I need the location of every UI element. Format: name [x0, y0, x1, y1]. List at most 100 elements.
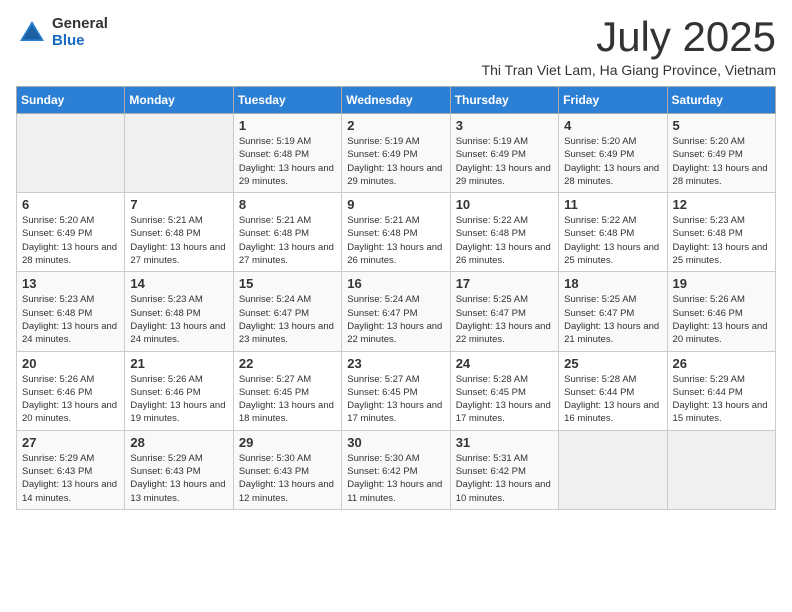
calendar-header: SundayMondayTuesdayWednesdayThursdayFrid… — [17, 87, 776, 114]
day-info: Sunrise: 5:30 AMSunset: 6:42 PMDaylight:… — [347, 452, 444, 505]
calendar-cell: 10Sunrise: 5:22 AMSunset: 6:48 PMDayligh… — [450, 193, 558, 272]
day-number: 15 — [239, 276, 336, 291]
day-number: 13 — [22, 276, 119, 291]
day-info: Sunrise: 5:19 AMSunset: 6:49 PMDaylight:… — [456, 135, 553, 188]
calendar-cell: 29 Sunrise: 5:30 AMSunset: 6:43 PMDayligh… — [233, 430, 341, 509]
day-number: 29 — [239, 435, 336, 450]
calendar-cell: 13 Sunrise: 5:23 AMSunset: 6:48 PMDayligh… — [17, 272, 125, 351]
day-number: 2 — [347, 118, 444, 133]
day-number: 14 — [130, 276, 227, 291]
day-info: Sunrise: 5:22 AMSunset: 6:48 PMDaylight:… — [564, 214, 661, 267]
day-info: Sunrise: 5:27 AMSunset: 6:45 PMDaylight:… — [347, 373, 444, 426]
calendar-cell: 20Sunrise: 5:26 AMSunset: 6:46 PMDayligh… — [17, 351, 125, 430]
calendar-cell: 24 Sunrise: 5:28 AMSunset: 6:45 PMDayligh… — [450, 351, 558, 430]
day-number: 25 — [564, 356, 661, 371]
header-day: Monday — [125, 87, 233, 114]
day-number: 19 — [673, 276, 770, 291]
day-info: Sunrise: 5:29 AMSunset: 6:44 PMDaylight:… — [673, 373, 770, 426]
calendar-week: 13 Sunrise: 5:23 AMSunset: 6:48 PMDayligh… — [17, 272, 776, 351]
day-info: Sunrise: 5:23 AMSunset: 6:48 PMDaylight:… — [130, 293, 227, 346]
calendar-cell: 23Sunrise: 5:27 AMSunset: 6:45 PMDayligh… — [342, 351, 450, 430]
calendar-cell — [17, 114, 125, 193]
day-number: 22 — [239, 356, 336, 371]
day-number: 28 — [130, 435, 227, 450]
day-number: 20 — [22, 356, 119, 371]
calendar-body: 1 Sunrise: 5:19 AMSunset: 6:48 PMDaylight… — [17, 114, 776, 510]
day-info: Sunrise: 5:31 AMSunset: 6:42 PMDaylight:… — [456, 452, 553, 505]
day-info: Sunrise: 5:20 AMSunset: 6:49 PMDaylight:… — [673, 135, 770, 188]
day-info: Sunrise: 5:23 AMSunset: 6:48 PMDaylight:… — [673, 214, 770, 267]
day-info: Sunrise: 5:21 AMSunset: 6:48 PMDaylight:… — [347, 214, 444, 267]
header-day: Thursday — [450, 87, 558, 114]
day-info: Sunrise: 5:20 AMSunset: 6:49 PMDaylight:… — [564, 135, 661, 188]
day-number: 1 — [239, 118, 336, 133]
day-number: 12 — [673, 197, 770, 212]
day-info: Sunrise: 5:30 AMSunset: 6:43 PMDaylight:… — [239, 452, 336, 505]
calendar-week: 1 Sunrise: 5:19 AMSunset: 6:48 PMDaylight… — [17, 114, 776, 193]
calendar-cell: 2 Sunrise: 5:19 AMSunset: 6:49 PMDaylight… — [342, 114, 450, 193]
calendar-cell: 22 Sunrise: 5:27 AMSunset: 6:45 PMDayligh… — [233, 351, 341, 430]
day-info: Sunrise: 5:24 AMSunset: 6:47 PMDaylight:… — [239, 293, 336, 346]
day-info: Sunrise: 5:29 AMSunset: 6:43 PMDaylight:… — [130, 452, 227, 505]
day-number: 30 — [347, 435, 444, 450]
day-number: 26 — [673, 356, 770, 371]
day-info: Sunrise: 5:25 AMSunset: 6:47 PMDaylight:… — [456, 293, 553, 346]
calendar-cell: 26 Sunrise: 5:29 AMSunset: 6:44 PMDayligh… — [667, 351, 775, 430]
calendar-cell: 1 Sunrise: 5:19 AMSunset: 6:48 PMDaylight… — [233, 114, 341, 193]
day-info: Sunrise: 5:21 AMSunset: 6:48 PMDaylight:… — [130, 214, 227, 267]
calendar-cell: 18 Sunrise: 5:25 AMSunset: 6:47 PMDayligh… — [559, 272, 667, 351]
calendar-cell: 28 Sunrise: 5:29 AMSunset: 6:43 PMDayligh… — [125, 430, 233, 509]
day-info: Sunrise: 5:19 AMSunset: 6:49 PMDaylight:… — [347, 135, 444, 188]
logo-text: General Blue — [52, 16, 108, 49]
logo-general: General — [52, 16, 108, 33]
calendar-cell: 25Sunrise: 5:28 AMSunset: 6:44 PMDayligh… — [559, 351, 667, 430]
calendar-cell — [125, 114, 233, 193]
day-number: 7 — [130, 197, 227, 212]
calendar-week: 27 Sunrise: 5:29 AMSunset: 6:43 PMDayligh… — [17, 430, 776, 509]
title-block: July 2025 Thi Tran Viet Lam, Ha Giang Pr… — [482, 16, 776, 78]
logo: General Blue — [16, 16, 108, 49]
calendar-cell: 8Sunrise: 5:21 AMSunset: 6:48 PMDaylight… — [233, 193, 341, 272]
day-number: 10 — [456, 197, 553, 212]
calendar-cell: 3 Sunrise: 5:19 AMSunset: 6:49 PMDaylight… — [450, 114, 558, 193]
calendar-week: 6Sunrise: 5:20 AMSunset: 6:49 PMDaylight… — [17, 193, 776, 272]
day-number: 24 — [456, 356, 553, 371]
calendar-cell: 27 Sunrise: 5:29 AMSunset: 6:43 PMDayligh… — [17, 430, 125, 509]
calendar-cell: 21 Sunrise: 5:26 AMSunset: 6:46 PMDayligh… — [125, 351, 233, 430]
day-number: 21 — [130, 356, 227, 371]
day-number: 5 — [673, 118, 770, 133]
day-info: Sunrise: 5:28 AMSunset: 6:45 PMDaylight:… — [456, 373, 553, 426]
header-day: Tuesday — [233, 87, 341, 114]
subtitle: Thi Tran Viet Lam, Ha Giang Province, Vi… — [482, 62, 776, 78]
day-number: 3 — [456, 118, 553, 133]
day-info: Sunrise: 5:29 AMSunset: 6:43 PMDaylight:… — [22, 452, 119, 505]
calendar-week: 20 Sunrise: 5:26 AMSunset: 6:46 PMDayligh… — [17, 351, 776, 430]
calendar-cell: 7 Sunrise: 5:21 AMSunset: 6:48 PMDaylight… — [125, 193, 233, 272]
calendar-cell: 9Sunrise: 5:21 AMSunset: 6:48 PMDaylight… — [342, 193, 450, 272]
calendar-cell: 11Sunrise: 5:22 AMSunset: 6:48 PMDayligh… — [559, 193, 667, 272]
day-info: Sunrise: 5:25 AMSunset: 6:47 PMDaylight:… — [564, 293, 661, 346]
calendar-cell: 12 Sunrise: 5:23 AMSunset: 6:48 PMDayligh… — [667, 193, 775, 272]
header-day: Saturday — [667, 87, 775, 114]
day-info: Sunrise: 5:26 AMSunset: 6:46 PMDaylight:… — [130, 373, 227, 426]
header-day: Friday — [559, 87, 667, 114]
logo-blue: Blue — [52, 33, 108, 50]
day-number: 18 — [564, 276, 661, 291]
calendar-cell: 6Sunrise: 5:20 AMSunset: 6:49 PMDaylight… — [17, 193, 125, 272]
day-number: 6 — [22, 197, 119, 212]
day-number: 31 — [456, 435, 553, 450]
page-header: General Blue July 2025 Thi Tran Viet Lam… — [16, 16, 776, 78]
day-info: Sunrise: 5:19 AMSunset: 6:48 PMDaylight:… — [239, 135, 336, 188]
calendar-cell: 16Sunrise: 5:24 AMSunset: 6:47 PMDayligh… — [342, 272, 450, 351]
calendar-cell: 17 Sunrise: 5:25 AMSunset: 6:47 PMDayligh… — [450, 272, 558, 351]
calendar-cell — [667, 430, 775, 509]
logo-icon — [16, 17, 48, 49]
day-info: Sunrise: 5:24 AMSunset: 6:47 PMDaylight:… — [347, 293, 444, 346]
day-info: Sunrise: 5:23 AMSunset: 6:48 PMDaylight:… — [22, 293, 119, 346]
day-number: 4 — [564, 118, 661, 133]
day-info: Sunrise: 5:26 AMSunset: 6:46 PMDaylight:… — [673, 293, 770, 346]
calendar-cell: 5 Sunrise: 5:20 AMSunset: 6:49 PMDaylight… — [667, 114, 775, 193]
day-number: 27 — [22, 435, 119, 450]
day-number: 17 — [456, 276, 553, 291]
day-info: Sunrise: 5:27 AMSunset: 6:45 PMDaylight:… — [239, 373, 336, 426]
